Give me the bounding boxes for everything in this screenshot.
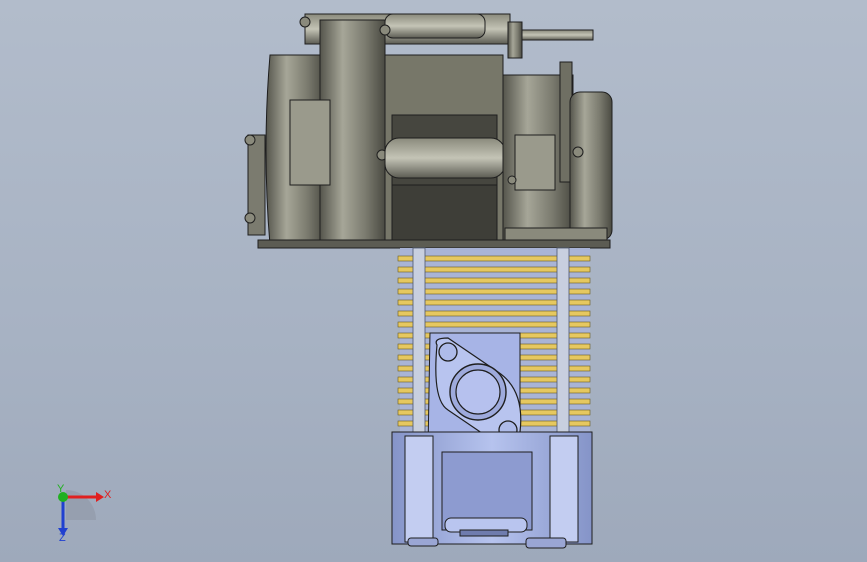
cylinder-assembly[interactable] — [397, 247, 591, 451]
graphics-viewport[interactable]: X Y Z — [0, 0, 867, 562]
z-axis-label: Z — [59, 532, 66, 544]
gearbox-assembly[interactable] — [244, 13, 613, 249]
engine-model-view[interactable]: X Y Z — [0, 0, 867, 562]
x-axis-label: X — [104, 489, 112, 501]
lower-block[interactable] — [391, 431, 593, 549]
x-axis-head — [96, 492, 104, 502]
y-axis-label: Y — [57, 483, 65, 495]
coordinate-triad: X Y Z — [57, 483, 112, 544]
